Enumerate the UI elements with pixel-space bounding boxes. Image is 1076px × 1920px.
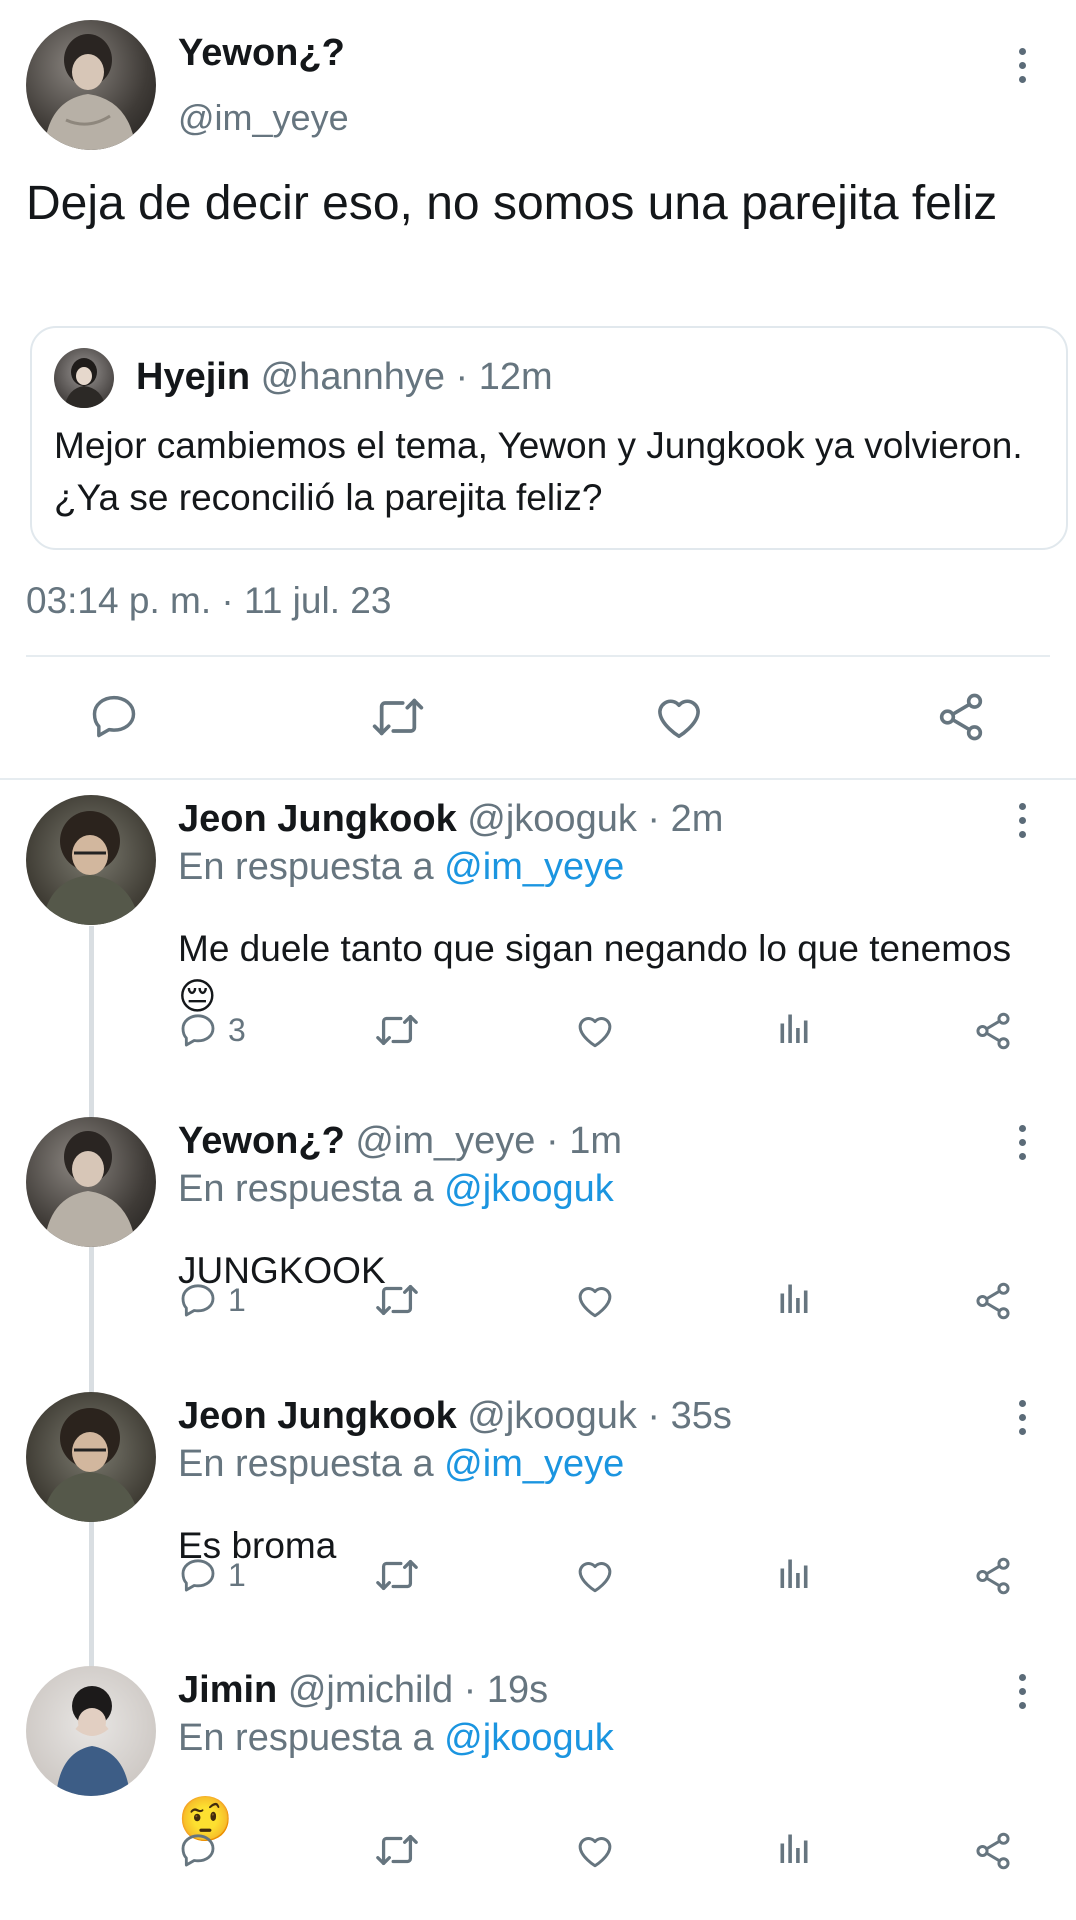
reply-icon[interactable]: [88, 690, 140, 742]
avatar[interactable]: [26, 1392, 156, 1522]
reply-prefix: En respuesta a: [178, 1168, 445, 1210]
quoted-tweet[interactable]: Hyejin @hannhye · 12m Mejor cambiemos el…: [30, 326, 1068, 550]
reply-to-link[interactable]: @jkooguk: [444, 1168, 614, 1210]
reply-icon[interactable]: [178, 1830, 218, 1870]
analytics-icon[interactable]: [776, 1555, 812, 1591]
share-icon[interactable]: [972, 1830, 1014, 1872]
reply-to-link[interactable]: @im_yeye: [444, 1443, 624, 1485]
reply-author-name[interactable]: Yewon¿?: [178, 1120, 355, 1162]
like-icon[interactable]: [574, 1830, 616, 1870]
reply-meta: @jkooguk · 35s: [467, 1395, 732, 1437]
reply-count: 1: [228, 1557, 246, 1593]
reply-to-link[interactable]: @im_yeye: [444, 846, 624, 888]
avatar[interactable]: [26, 20, 156, 150]
avatar: [54, 348, 114, 408]
more-options-icon[interactable]: [1016, 1125, 1028, 1160]
reply-icon[interactable]: [178, 1555, 218, 1595]
retweet-icon[interactable]: [374, 1555, 420, 1595]
quoted-meta: @hannhye · 12m: [260, 356, 553, 398]
like-icon[interactable]: [652, 690, 706, 742]
share-icon[interactable]: [972, 1555, 1014, 1597]
share-icon[interactable]: [972, 1280, 1014, 1322]
reply-text: Me duele tanto que sigan negando lo que …: [178, 928, 1012, 1017]
reply-meta: @im_yeye · 1m: [355, 1120, 622, 1162]
reply-author-name[interactable]: Jimin: [178, 1669, 288, 1711]
reply-to-link[interactable]: @jkooguk: [444, 1717, 614, 1759]
analytics-icon[interactable]: [776, 1280, 812, 1316]
quoted-text: Mejor cambiemos el tema, Yewon y Jungkoo…: [54, 425, 1023, 518]
avatar[interactable]: [26, 795, 156, 925]
more-options-icon[interactable]: [1016, 48, 1028, 83]
divider: [26, 655, 1050, 657]
avatar[interactable]: [26, 1666, 156, 1796]
author-name[interactable]: Yewon¿?: [178, 32, 345, 75]
analytics-icon[interactable]: [776, 1010, 812, 1046]
divider: [0, 778, 1076, 780]
reply-prefix: En respuesta a: [178, 1717, 445, 1759]
reply-meta: @jmichild · 19s: [287, 1669, 549, 1711]
reply-meta: @jkooguk · 2m: [467, 798, 724, 840]
thread-line: [89, 926, 94, 1686]
reply-prefix: En respuesta a: [178, 1443, 445, 1485]
like-icon[interactable]: [574, 1010, 616, 1050]
like-icon[interactable]: [574, 1280, 616, 1320]
reply-icon[interactable]: [178, 1010, 218, 1050]
analytics-icon[interactable]: [776, 1830, 812, 1866]
retweet-icon[interactable]: [370, 692, 426, 742]
retweet-icon[interactable]: [374, 1830, 420, 1870]
more-options-icon[interactable]: [1016, 803, 1028, 838]
reply-count: 1: [228, 1282, 246, 1318]
reply-count: 3: [228, 1012, 246, 1048]
tweet-timestamp[interactable]: 03:14 p. m. · 11 jul. 23: [26, 580, 391, 622]
retweet-icon[interactable]: [374, 1010, 420, 1050]
more-options-icon[interactable]: [1016, 1400, 1028, 1435]
reply-author-name[interactable]: Jeon Jungkook: [178, 1395, 467, 1437]
more-options-icon[interactable]: [1016, 1674, 1028, 1709]
avatar[interactable]: [26, 1117, 156, 1247]
author-handle[interactable]: @im_yeye: [178, 97, 349, 139]
reply-icon[interactable]: [178, 1280, 218, 1320]
quoted-author-name[interactable]: Hyejin: [136, 356, 250, 398]
reply-prefix: En respuesta a: [178, 846, 445, 888]
share-icon[interactable]: [972, 1010, 1014, 1052]
like-icon[interactable]: [574, 1555, 616, 1595]
share-icon[interactable]: [934, 690, 988, 744]
tweet-text: Deja de decir eso, no somos una parejita…: [26, 177, 998, 230]
reply-author-name[interactable]: Jeon Jungkook: [178, 798, 467, 840]
retweet-icon[interactable]: [374, 1280, 420, 1320]
